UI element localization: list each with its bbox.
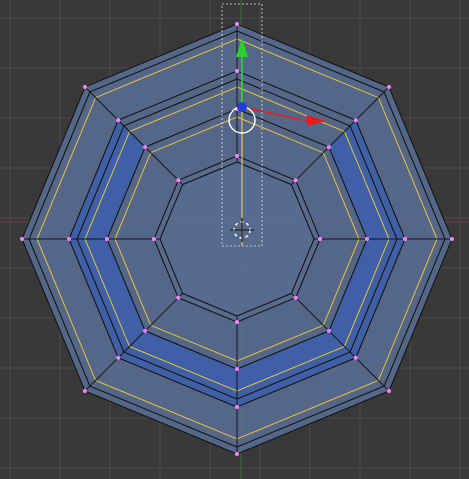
mesh-vertex[interactable] — [293, 178, 298, 183]
mesh-vertex[interactable] — [326, 328, 331, 333]
mesh-vertex[interactable] — [353, 118, 358, 123]
viewport-canvas[interactable] — [0, 0, 469, 479]
mesh-vertex[interactable] — [176, 178, 181, 183]
3d-viewport[interactable] — [0, 0, 469, 479]
mesh-vertex[interactable] — [235, 22, 239, 26]
mesh-vertex[interactable] — [82, 389, 87, 394]
mesh-vertex[interactable] — [235, 69, 239, 73]
mesh-vertex[interactable] — [293, 295, 298, 300]
mesh-vertex[interactable] — [235, 405, 239, 409]
mesh-vertex[interactable] — [235, 367, 239, 371]
mesh-vertex[interactable] — [235, 452, 239, 456]
mesh-vertex[interactable] — [235, 320, 239, 324]
octagon-ring-mesh[interactable] — [20, 22, 454, 456]
mesh-vertex[interactable] — [387, 389, 392, 394]
mesh-vertex[interactable] — [176, 295, 181, 300]
mesh-vertex[interactable] — [235, 154, 239, 158]
mesh-vertex[interactable] — [450, 237, 454, 241]
mesh-vertex[interactable] — [82, 84, 87, 89]
mesh-vertex[interactable] — [116, 355, 121, 360]
mesh-vertex[interactable] — [143, 328, 148, 333]
mesh-vertex[interactable] — [152, 237, 156, 241]
mesh-vertex[interactable] — [387, 84, 392, 89]
z-axis-handle[interactable] — [237, 102, 247, 112]
mesh-vertex[interactable] — [365, 237, 369, 241]
mesh-vertex[interactable] — [67, 237, 71, 241]
mesh-vertex[interactable] — [353, 355, 358, 360]
mesh-vertex[interactable] — [143, 145, 148, 150]
mesh-vertex[interactable] — [116, 118, 121, 123]
mesh-vertex[interactable] — [326, 145, 331, 150]
mesh-vertex[interactable] — [105, 237, 109, 241]
mesh-vertex[interactable] — [403, 237, 407, 241]
mesh-vertex[interactable] — [20, 237, 24, 241]
mesh-vertex[interactable] — [318, 237, 322, 241]
